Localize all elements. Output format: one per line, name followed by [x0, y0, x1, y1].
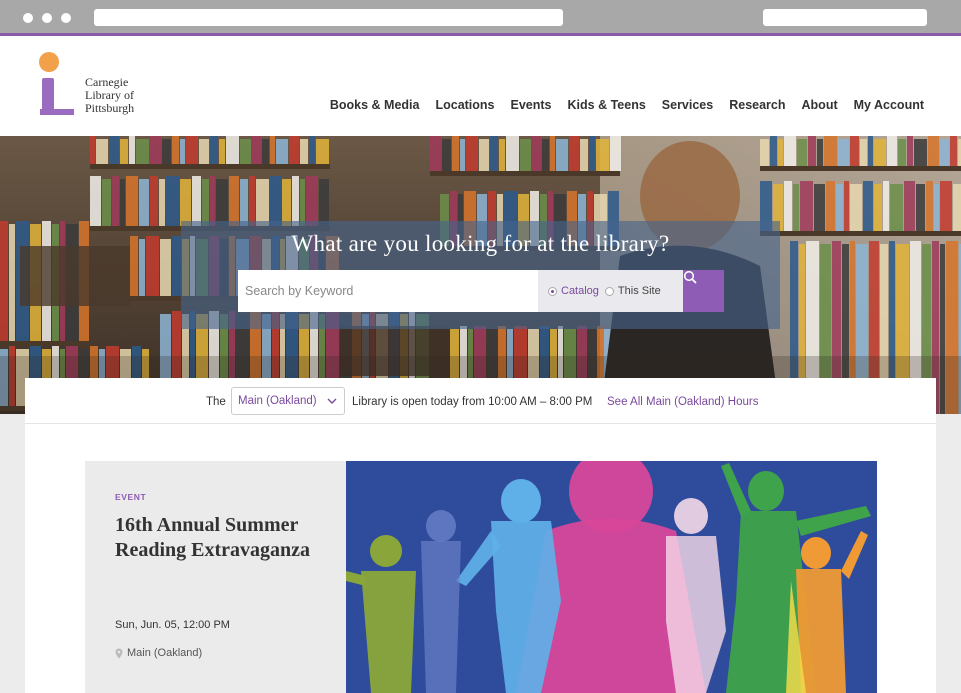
- browser-search-bar[interactable]: [763, 9, 927, 26]
- site-header: Carnegie Library of Pittsburgh Books & M…: [0, 36, 961, 136]
- scope-option-this-site[interactable]: This Site: [604, 285, 661, 297]
- address-bar[interactable]: [94, 9, 563, 26]
- hero-banner: What are you looking for at the library?…: [0, 136, 961, 414]
- chevron-down-icon: [327, 398, 337, 404]
- window-dot-icon: [42, 13, 52, 23]
- hours-status: Library is open today from 10:00 AM – 8:…: [352, 396, 593, 408]
- event-title[interactable]: 16th Annual Summer Reading Extravaganza: [115, 513, 315, 563]
- event-card[interactable]: EVENT 16th Annual Summer Reading Extrava…: [85, 461, 346, 693]
- search-scope: Catalog This Site: [538, 270, 683, 312]
- nav-item-about[interactable]: About: [802, 98, 838, 112]
- scope-option-label: Catalog: [561, 285, 599, 297]
- main-nav: Books & Media Locations Events Kids & Te…: [314, 98, 924, 112]
- search-heading: What are you looking for at the library?: [291, 231, 670, 256]
- event-date: Sun, Jun. 05, 12:00 PM: [115, 619, 230, 631]
- event-location-label: Main (Oakland): [127, 647, 203, 659]
- nav-item-my-account[interactable]: My Account: [854, 98, 924, 112]
- nav-item-events[interactable]: Events: [511, 98, 552, 112]
- children-silhouettes-illustration: [346, 461, 877, 693]
- nav-item-research[interactable]: Research: [729, 98, 785, 112]
- event-location: Main (Oakland): [115, 647, 202, 659]
- scope-option-catalog[interactable]: Catalog: [548, 285, 599, 297]
- browser-chrome: [0, 0, 961, 36]
- map-pin-icon: [115, 648, 123, 658]
- scope-option-label: This Site: [617, 285, 661, 297]
- nav-item-services[interactable]: Services: [662, 98, 713, 112]
- nav-item-locations[interactable]: Locations: [435, 98, 494, 112]
- hours-bar: The Main (Oakland) Library is open today…: [25, 378, 936, 424]
- site-logo[interactable]: Carnegie Library of Pittsburgh: [38, 50, 168, 120]
- location-select[interactable]: Main (Oakland): [231, 387, 345, 415]
- site-name: Carnegie Library of Pittsburgh: [85, 75, 135, 115]
- search-button[interactable]: [683, 270, 724, 312]
- window-dot-icon: [23, 13, 33, 23]
- search-input[interactable]: [238, 270, 538, 312]
- see-all-hours-link[interactable]: See All Main (Oakland) Hours: [607, 396, 758, 408]
- nav-item-books-media[interactable]: Books & Media: [330, 98, 420, 112]
- search-icon: [683, 270, 697, 284]
- radio-selected-icon[interactable]: [548, 286, 557, 296]
- location-select-value: Main (Oakland): [238, 395, 317, 407]
- search-panel: What are you looking for at the library?…: [181, 221, 780, 329]
- window-dot-icon: [61, 13, 71, 23]
- hours-prefix: The: [206, 396, 226, 408]
- nav-item-kids-teens[interactable]: Kids & Teens: [568, 98, 646, 112]
- event-image[interactable]: [346, 461, 877, 693]
- event-tag: EVENT: [115, 492, 147, 502]
- radio-unselected-icon[interactable]: [604, 286, 614, 296]
